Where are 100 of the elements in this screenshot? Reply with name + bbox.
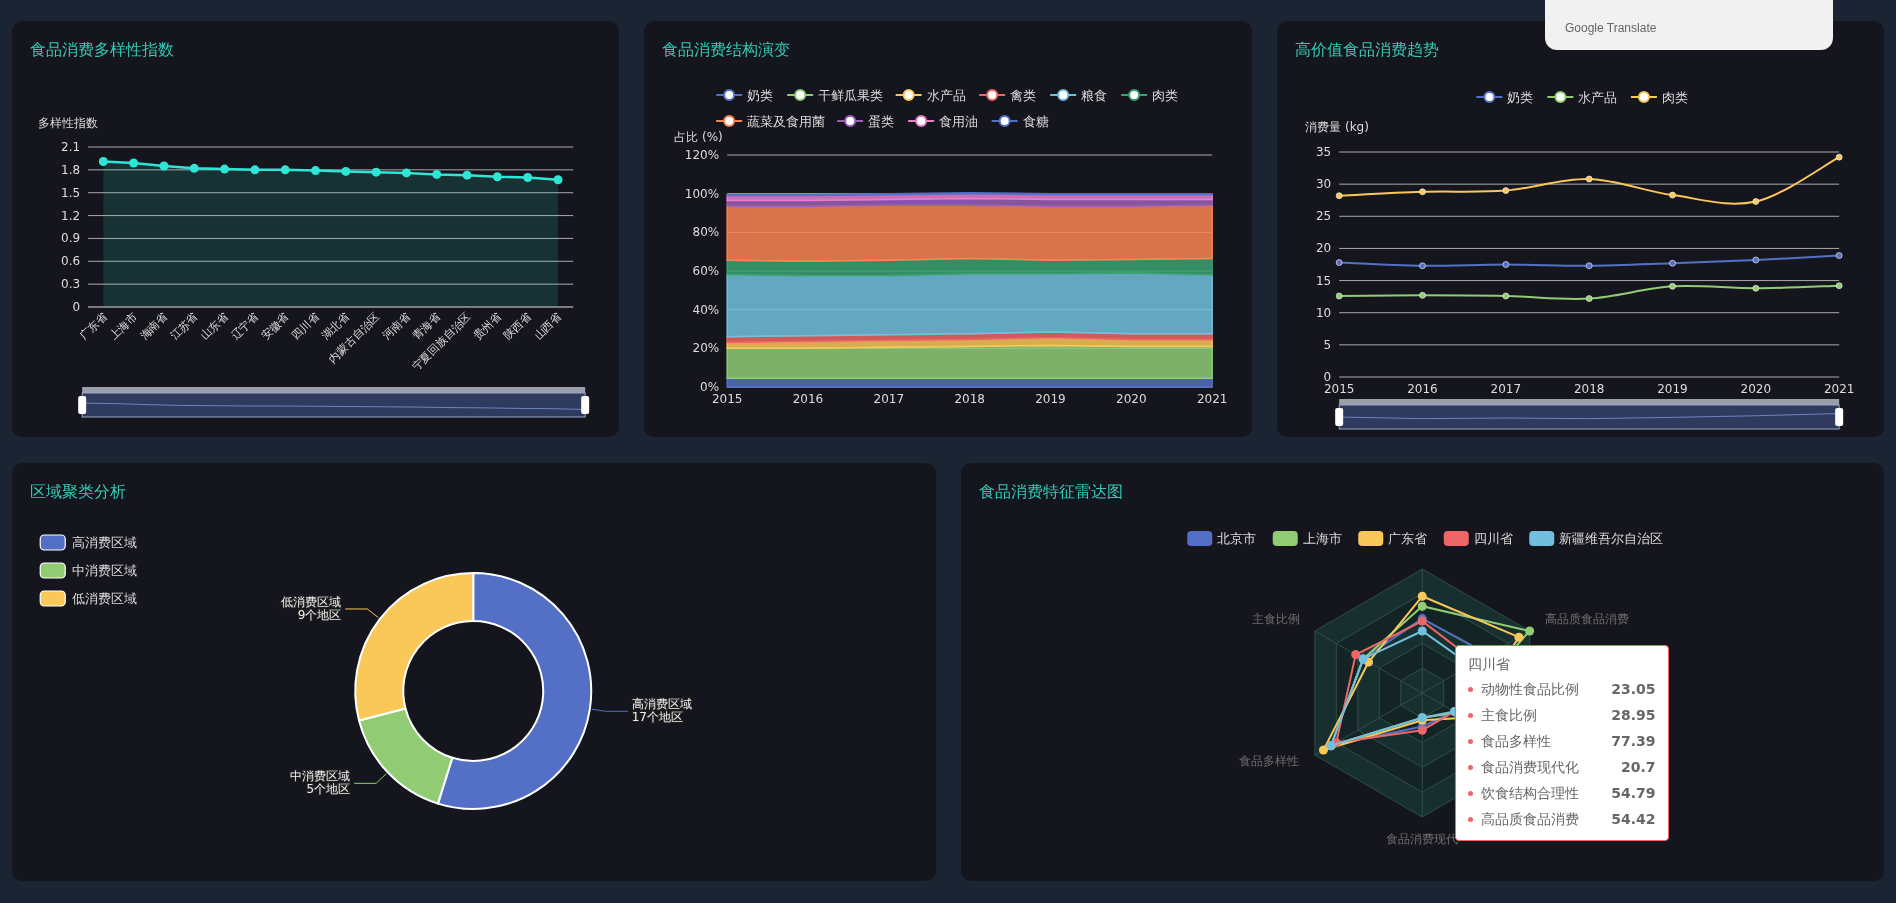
slider-handle[interactable] [1334,408,1343,426]
axis-tick-label: 1.8 [61,162,81,177]
axis-tick-label: 河南省 [380,309,413,343]
legend-marker-icon[interactable] [715,115,744,127]
range-slider[interactable] [1334,399,1843,430]
tooltip-label: 饮食结构合理性 [1480,784,1580,803]
legend-marker-icon[interactable] [978,89,1007,101]
leader-line [591,708,629,712]
axis-tick-label: 2020 [1740,382,1771,396]
axis-tick-label: 安徽省 [258,309,292,343]
axis-label: 高品质食品消费 [1544,612,1629,626]
slider-handle[interactable] [78,396,87,414]
slice-value-label: 9个地区 [297,608,342,622]
data-point [432,169,442,179]
legend-label[interactable]: 肉类 [1661,89,1688,105]
legend-label[interactable]: 四川省 [1473,531,1513,546]
slice-label: 中消费区域 [290,769,351,784]
data-point [1418,292,1426,299]
slider-handle[interactable] [1834,408,1843,426]
bullet-icon [1467,686,1473,692]
legend-label[interactable]: 低消费区域 [72,591,138,606]
tooltip-title: 四川省 [1467,655,1511,674]
legend-label[interactable]: 肉类 [1152,87,1179,103]
axis-tick-label: 2015 [1323,382,1355,396]
legend-label[interactable]: 蔬菜及食用菌 [747,113,826,129]
axis-title: 占比 (%) [674,130,724,144]
legend-label[interactable]: 食糖 [1023,113,1049,129]
legend-label[interactable]: 高消费区域 [72,535,138,550]
legend-label[interactable]: 水产品 [927,87,966,103]
axis-tick-label: 2017 [873,392,905,406]
legend-label[interactable]: 上海市 [1302,531,1342,546]
legend-marker-icon[interactable] [907,115,936,127]
data-point [1335,259,1343,266]
data-point [129,158,139,168]
legend-swatch[interactable] [39,590,66,607]
leader-line [344,608,379,619]
axis-tick-label: 35 [1315,145,1331,159]
data-point [492,172,502,182]
axis-tick-label: 0% [700,380,720,394]
slice-value-label: 5个地区 [306,782,351,797]
legend-swatch[interactable] [1528,531,1554,546]
legend-marker-icon[interactable] [1120,89,1149,101]
axis-tick-label: 80% [692,225,720,240]
bullet-icon [1467,816,1473,822]
axis-title: 消费量 (kg) [1304,120,1369,134]
panel-title: 区域聚类分析 [30,482,126,501]
axis-tick-label: 20 [1315,241,1331,256]
data-point [1502,292,1509,300]
legend-marker-icon[interactable] [1546,91,1575,103]
data-point [1835,282,1843,289]
legend-label[interactable]: 奶类 [1507,89,1534,105]
legend-marker-icon[interactable] [836,115,865,127]
axis-tick-label: 2021 [1197,392,1228,406]
legend-marker-icon[interactable] [991,115,1019,127]
data-point [220,164,230,174]
legend-marker-icon[interactable] [1475,91,1504,103]
legend-label[interactable]: 中消费区域 [72,563,138,578]
axis-label: 食品多样性 [1238,754,1299,768]
legend-label[interactable]: 干鲜瓜果类 [818,87,884,103]
legend-marker-icon[interactable] [715,89,744,101]
legend-label[interactable]: 水产品 [1578,89,1618,105]
axis-tick-label: 2018 [954,392,986,406]
axis-tick-label: 四川省 [289,309,322,343]
data-point [189,163,199,173]
legend-label[interactable]: 奶类 [747,87,774,103]
data-point [341,166,351,176]
legend-swatch[interactable] [1186,531,1212,546]
axis-tick-label: 100% [685,186,720,201]
legend-label[interactable]: 食用油 [939,113,979,129]
legend-label[interactable]: 新疆维吾尔自治区 [1558,531,1663,546]
data-point [553,175,563,185]
data-point [98,157,108,166]
legend-swatch[interactable] [1272,531,1298,546]
legend-label[interactable]: 蛋类 [868,113,895,129]
legend-swatch[interactable] [1357,531,1383,546]
legend-marker-icon[interactable] [786,89,815,101]
legend-swatch[interactable] [39,534,66,551]
axis-tick-label: 5 [1323,337,1331,352]
range-slider[interactable] [78,387,590,418]
tooltip-label: 动物性食品比例 [1480,680,1580,699]
legend-label[interactable]: 粮食 [1081,87,1108,103]
legend-swatch[interactable] [1443,531,1469,546]
bullet-icon [1467,790,1473,796]
tooltip-label: 食品消费现代化 [1480,758,1580,777]
axis-tick-label: 2016 [793,392,824,406]
data-point [1835,153,1843,161]
popup-label: Google Translate [1565,21,1657,35]
slider-handle[interactable] [581,396,590,414]
legend-label[interactable]: 北京市 [1216,531,1256,546]
legend-label[interactable]: 广东省 [1387,531,1427,546]
data-point [1585,175,1593,183]
legend-label[interactable]: 禽类 [1010,87,1037,103]
legend-marker-icon[interactable] [1049,89,1078,101]
axis-title: 多样性指数 [38,116,99,130]
axis-tick-label: 2019 [1656,382,1688,396]
legend-swatch[interactable] [39,562,66,579]
legend-marker-icon[interactable] [895,89,923,101]
legend-marker-icon[interactable] [1629,91,1658,103]
axis-tick-label: 60% [692,264,720,278]
axis-tick-label: 2016 [1406,382,1438,396]
